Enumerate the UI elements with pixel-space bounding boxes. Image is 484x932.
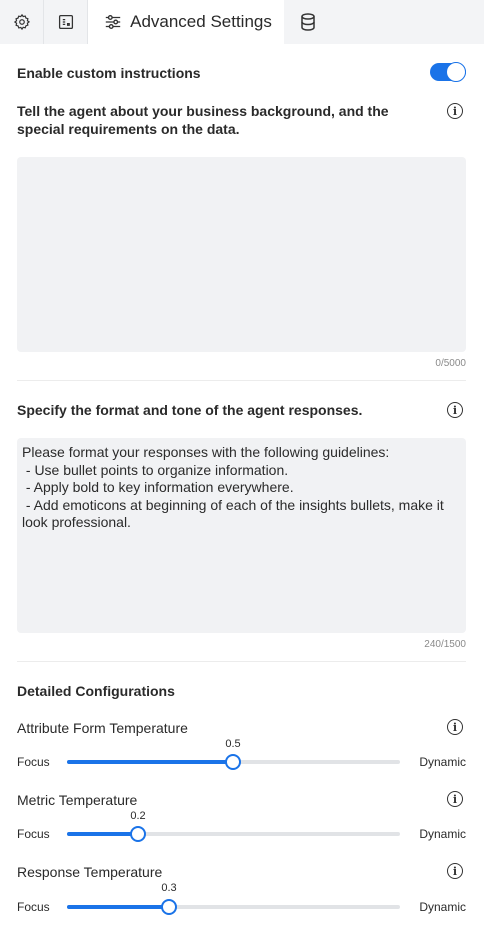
sliders-icon — [105, 15, 121, 29]
tab-advanced-settings[interactable]: Advanced Settings — [88, 0, 284, 44]
dashboard-icon — [58, 14, 73, 30]
slider-fill — [67, 905, 169, 909]
database-icon — [301, 13, 315, 31]
response-format-input[interactable]: Please format your responses with the fo… — [17, 438, 466, 633]
response-format-label: Specify the format and tone of the agent… — [17, 402, 363, 418]
tab-advanced-settings-label: Advanced Settings — [130, 12, 272, 31]
metric-temperature-slider[interactable] — [67, 832, 400, 836]
divider — [17, 661, 466, 662]
dynamic-label: Dynamic — [419, 827, 466, 841]
attribute-form-temperature-value: 0.5 — [225, 738, 241, 750]
info-icon[interactable]: i — [447, 719, 463, 735]
focus-label: Focus — [17, 900, 50, 914]
slider-thumb[interactable] — [225, 754, 241, 770]
attribute-form-temperature-label: Attribute Form Temperature — [17, 720, 188, 736]
toggle-knob — [446, 62, 466, 82]
response-format-counter: 240/1500 — [424, 639, 466, 650]
info-icon[interactable]: i — [447, 863, 463, 879]
info-icon[interactable]: i — [447, 402, 463, 418]
custom-instructions-label: Enable custom instructions — [17, 65, 201, 81]
slider-thumb[interactable] — [130, 826, 146, 842]
slider-thumb[interactable] — [161, 899, 177, 915]
detailed-configurations-heading: Detailed Configurations — [17, 683, 175, 699]
slider-fill — [67, 760, 233, 764]
dynamic-label: Dynamic — [419, 900, 466, 914]
dynamic-label: Dynamic — [419, 755, 466, 769]
business-background-label: Tell the agent about your business backg… — [17, 103, 389, 137]
gear-icon — [13, 13, 30, 31]
response-temperature-slider[interactable] — [67, 905, 400, 909]
slider-fill — [67, 832, 138, 836]
focus-label: Focus — [17, 755, 50, 769]
info-icon[interactable]: i — [447, 791, 463, 807]
focus-label: Focus — [17, 827, 50, 841]
business-background-counter: 0/5000 — [435, 358, 466, 369]
metric-temperature-value: 0.2 — [130, 810, 146, 822]
tab-data-sources[interactable] — [286, 0, 330, 44]
response-temperature-label: Response Temperature — [17, 864, 163, 880]
custom-instructions-toggle[interactable] — [430, 62, 466, 82]
tab-dashboard[interactable] — [44, 0, 88, 44]
response-temperature-value: 0.3 — [161, 882, 177, 894]
tab-bar: Advanced Settings — [0, 0, 484, 44]
tab-general-settings[interactable] — [0, 0, 44, 44]
metric-temperature-label: Metric Temperature — [17, 792, 138, 808]
info-icon[interactable]: i — [447, 103, 463, 119]
business-background-input[interactable] — [17, 157, 466, 352]
divider — [17, 380, 466, 381]
